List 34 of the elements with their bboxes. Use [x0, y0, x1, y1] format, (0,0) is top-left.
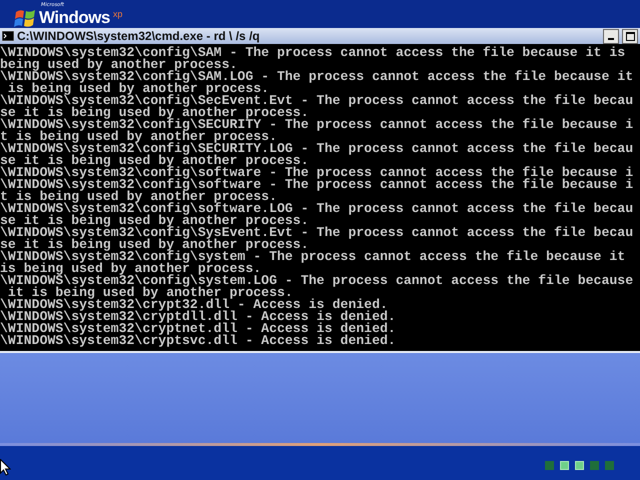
console-line: \WINDOWS\system32\config\SAM.LOG - The process cannot access the file because it [0, 71, 634, 83]
console-line: t is being used by another process. [0, 131, 277, 143]
console-line: \WINDOWS\system32\config\software - The process cannot access the file because i [0, 167, 634, 179]
console-line: \WINDOWS\system32\cryptdll.dll - Access is denied. [0, 311, 397, 323]
minimize-button[interactable] [603, 28, 619, 44]
console-line: \WINDOWS\system32\config\SAM - The process cannot access the file because it is [0, 47, 626, 59]
console-line: \WINDOWS\system32\config\SecEvent.Evt - The process cannot access the file becau [0, 95, 634, 107]
console-line: is being used by another process. [8, 83, 270, 95]
console-line: it is being used by another process. [8, 287, 293, 299]
console-line: \WINDOWS\system32\config\software.LOG - The process cannot access the file becau [0, 203, 634, 215]
console-line: being used by another process. [0, 59, 238, 71]
window-title: C:\WINDOWS\system32\cmd.exe - rd \ /s /q [17, 29, 261, 43]
console-line: \WINDOWS\system32\config\software - The process cannot access the file because i [0, 179, 634, 191]
maximize-icon [626, 32, 634, 40]
console-line: se it is being used by another process. [0, 215, 310, 227]
flag-icon [14, 8, 36, 28]
console-line: \WINDOWS\system32\config\SECURITY - The process cannot access the file because i [0, 119, 634, 131]
console-line: se it is being used by another process. [0, 239, 310, 251]
maximize-button[interactable] [622, 28, 638, 44]
console-line: is being used by another process. [0, 263, 262, 275]
console-line: \WINDOWS\system32\config\system.LOG - The process cannot access the file because [0, 275, 634, 287]
logo-edition: xp [112, 9, 122, 19]
console-icon [2, 31, 14, 41]
console-line: se it is being used by another process. [0, 155, 310, 167]
console-line: t is being used by another process. [0, 191, 277, 203]
console-line: \WINDOWS\system32\cryptsvc.dll - Access is denied. [0, 335, 397, 347]
console-line: \WINDOWS\system32\crypt32.dll - Access is denied. [0, 299, 388, 311]
console-line: \WINDOWS\system32\config\system - The process cannot access the file because it [0, 251, 626, 263]
console-line: \WINDOWS\system32\cryptnet.dll - Access is denied. [0, 323, 397, 335]
console-line: \WINDOWS\system32\config\SysEvent.Evt - The process cannot access the file becau [0, 227, 634, 239]
console-line: se it is being used by another process. [0, 107, 310, 119]
mouse-cursor-icon [0, 458, 11, 476]
console-line: \WINDOWS\system32\config\SECURITY.LOG - The process cannot access the file becau [0, 143, 634, 155]
logo-name: Windows [39, 8, 110, 28]
